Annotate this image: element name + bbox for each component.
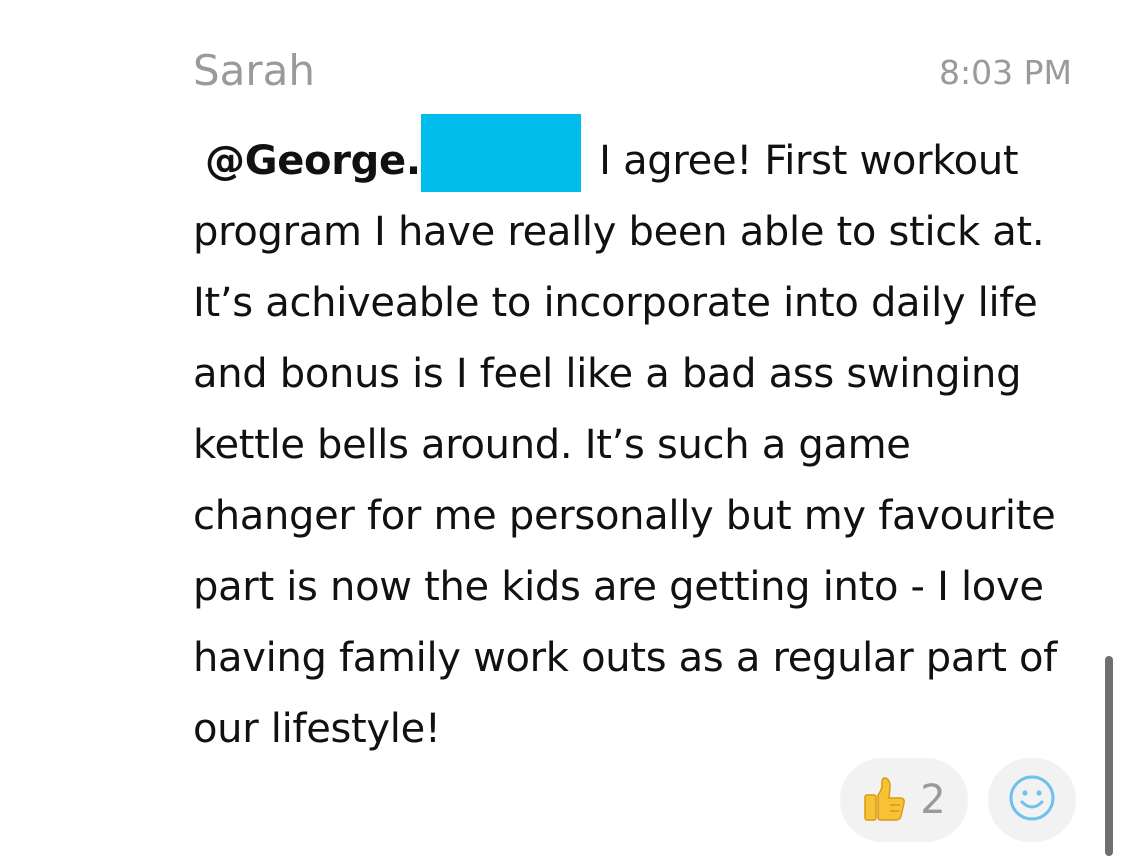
thumbs-up-count: 2 [920,777,946,823]
reaction-bar: 2 [840,758,1076,842]
scrollbar-thumb[interactable] [1105,656,1113,856]
smiley-face-icon [1007,773,1057,827]
user-mention[interactable]: @George. [205,138,421,184]
add-reaction-button[interactable] [988,758,1076,842]
chat-message: Sarah 8:03 PM @George. I agree! First wo… [193,44,1078,765]
sender-name[interactable]: Sarah [193,50,315,92]
redacted-text-block [420,114,581,192]
message-text: I agree! First workout program I have re… [193,138,1057,752]
thumbs-up-icon [862,773,906,827]
message-header: Sarah 8:03 PM [193,44,1078,114]
thumbs-up-reaction-button[interactable]: 2 [840,758,968,842]
message-body: @George. I agree! First workout program … [193,114,1073,765]
message-timestamp: 8:03 PM [939,53,1072,92]
